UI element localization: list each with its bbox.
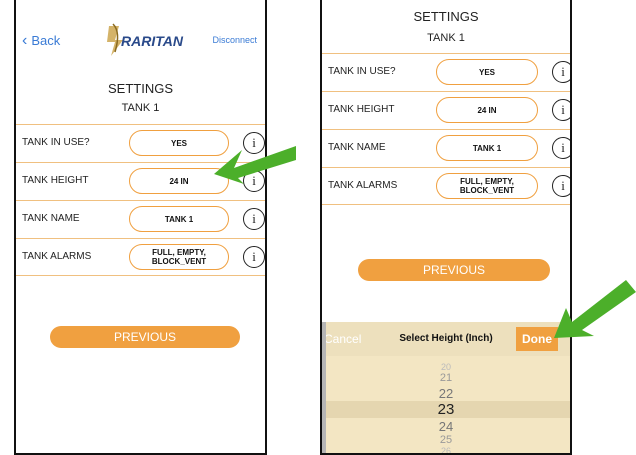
alarms-line-1: FULL, EMPTY, <box>152 248 206 257</box>
row-tank-name: TANK NAME TANK 1 i <box>16 200 265 238</box>
tank-subtitle: TANK 1 <box>427 32 465 44</box>
nav-bar: ‹ Back RARITAN Disconnect <box>16 0 265 70</box>
tank-name-field[interactable]: TANK 1 <box>129 206 229 232</box>
tank-subtitle: TANK 1 <box>121 102 160 114</box>
phone-screen-right: SETTINGS TANK 1 TANK IN USE? YES i TANK … <box>320 0 572 455</box>
row-label: TANK NAME <box>22 213 80 224</box>
tank-alarms-field[interactable]: FULL, EMPTY, BLOCK_VENT <box>436 173 538 199</box>
picker-toolbar: Cancel Select Height (Inch) Done <box>322 322 570 356</box>
tank-height-field[interactable]: 24 IN <box>436 97 538 123</box>
back-label: Back <box>31 33 61 48</box>
row-label: TANK ALARMS <box>328 180 398 191</box>
back-button[interactable]: ‹ Back <box>22 32 60 50</box>
brand-text: RARITAN <box>121 33 184 49</box>
row-tank-name: TANK NAME TANK 1 i <box>322 129 570 167</box>
picker-option[interactable]: 26 <box>322 446 570 453</box>
row-tank-height: TANK HEIGHT 24 IN i <box>322 91 570 129</box>
picker-option[interactable]: 20 <box>322 362 570 372</box>
alarms-line-2: BLOCK_VENT <box>459 186 515 195</box>
alarms-line-1: FULL, EMPTY, <box>460 177 514 186</box>
info-icon[interactable]: i <box>552 137 570 159</box>
tank-alarms-field[interactable]: FULL, EMPTY, BLOCK_VENT <box>129 244 229 270</box>
picker-option[interactable]: 22 <box>322 386 570 401</box>
phone-screen-left: ‹ Back RARITAN Disconnect SETTINGS TANK 1… <box>14 0 267 455</box>
previous-button[interactable]: PREVIOUS <box>358 259 550 281</box>
row-tank-in-use: TANK IN USE? YES i <box>322 53 570 91</box>
info-icon[interactable]: i <box>552 175 570 197</box>
disconnect-button[interactable]: Disconnect <box>212 35 257 45</box>
row-tank-alarms: TANK ALARMS FULL, EMPTY, BLOCK_VENT i <box>16 238 265 276</box>
info-icon[interactable]: i <box>552 61 570 83</box>
alarms-line-2: BLOCK_VENT <box>151 257 207 266</box>
previous-button[interactable]: PREVIOUS <box>50 326 240 348</box>
picker-option[interactable]: 24 <box>322 419 570 434</box>
picker-option-selected[interactable]: 23 <box>322 401 570 418</box>
raritan-logo: RARITAN <box>107 23 184 56</box>
green-arrow-icon <box>214 146 296 184</box>
info-icon[interactable]: i <box>552 99 570 121</box>
info-icon[interactable]: i <box>243 208 265 230</box>
row-tank-alarms: TANK ALARMS FULL, EMPTY, BLOCK_VENT i <box>322 167 570 205</box>
info-icon[interactable]: i <box>243 246 265 268</box>
row-label: TANK HEIGHT <box>22 175 89 186</box>
row-label: TANK IN USE? <box>328 66 396 77</box>
row-label: TANK NAME <box>328 142 386 153</box>
chevron-left-icon: ‹ <box>22 32 28 49</box>
green-arrow-icon <box>554 280 636 338</box>
row-label: TANK HEIGHT <box>328 104 395 115</box>
picker-option[interactable]: 25 <box>322 434 570 446</box>
row-label: TANK ALARMS <box>22 251 92 262</box>
page-title: SETTINGS <box>413 9 479 24</box>
page-title: SETTINGS <box>107 81 173 96</box>
row-label: TANK IN USE? <box>22 137 90 148</box>
picker-option[interactable]: 21 <box>322 372 570 384</box>
tank-in-use-field[interactable]: YES <box>436 59 538 85</box>
picker-edge <box>322 322 326 453</box>
tank-name-field[interactable]: TANK 1 <box>436 135 538 161</box>
